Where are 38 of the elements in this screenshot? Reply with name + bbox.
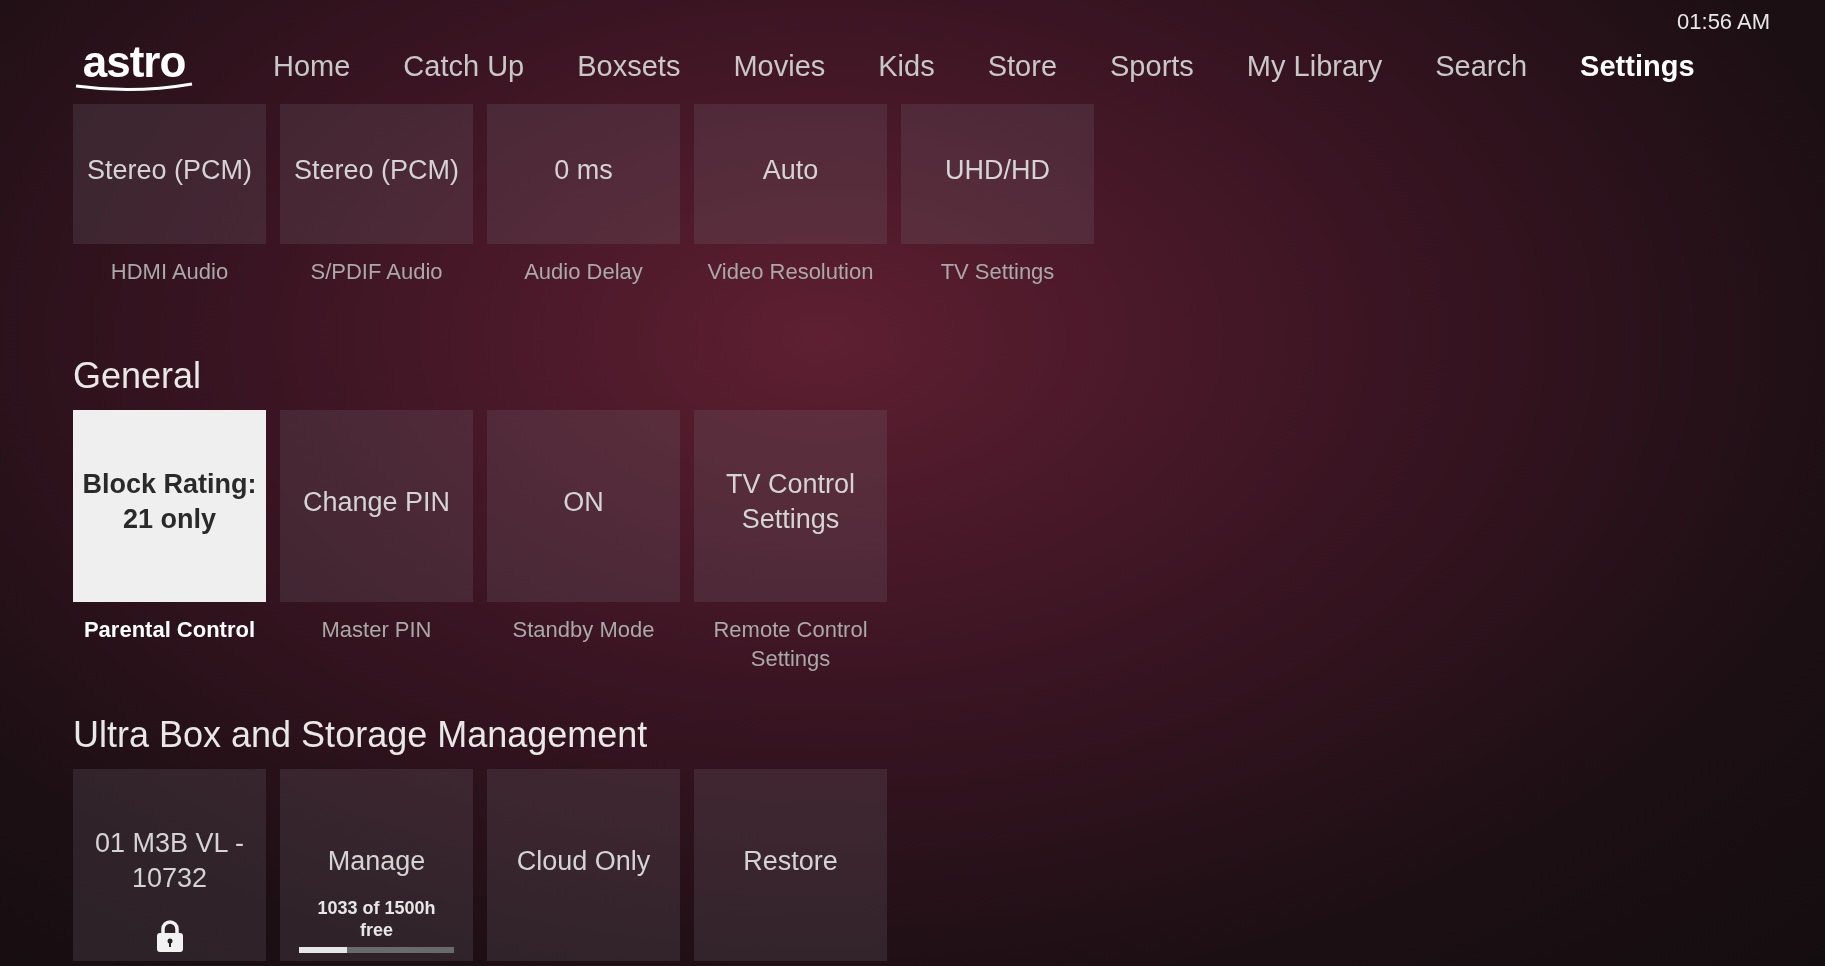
settings-tile[interactable]: ON xyxy=(487,410,680,602)
section-heading: General xyxy=(73,356,203,396)
settings-tile[interactable]: UHD/HD xyxy=(901,104,1094,244)
settings-tile[interactable]: Block Rating: 21 only xyxy=(73,410,266,602)
clock: 01:56 AM xyxy=(1677,8,1770,36)
settings-tile[interactable]: Change PIN xyxy=(280,410,473,602)
settings-tile[interactable]: Auto xyxy=(694,104,887,244)
settings-tile[interactable]: Manage 1033 of 1500h free xyxy=(280,769,473,961)
settings-tile[interactable]: Stereo (PCM) xyxy=(280,104,473,244)
tile-caption: Remote Control Settings xyxy=(712,616,869,673)
nav-tab[interactable]: Boxsets xyxy=(577,45,681,89)
nav-tab[interactable]: Search xyxy=(1435,45,1528,89)
nav-tab[interactable]: Sports xyxy=(1110,45,1194,89)
settings-tile[interactable]: TV Control Settings xyxy=(694,410,887,602)
settings-tile[interactable]: Restore xyxy=(694,769,887,961)
section-heading: Ultra Box and Storage Management xyxy=(73,715,649,755)
settings-tile[interactable]: Cloud Only xyxy=(487,769,680,961)
tile-caption: Parental Control xyxy=(83,616,256,644)
tile-caption: Video Resolution xyxy=(707,258,874,286)
nav-tab[interactable]: Kids xyxy=(878,45,935,89)
tile-caption: HDMI Audio xyxy=(110,258,229,286)
tile-caption: Standby Mode xyxy=(512,616,655,644)
nav-tab[interactable]: Catch Up xyxy=(403,45,525,89)
logo: astro xyxy=(73,42,195,92)
padlock-icon xyxy=(154,919,185,953)
tile-caption: Master PIN xyxy=(321,616,432,644)
tile-caption: Audio Delay xyxy=(524,258,643,286)
nav-tab[interactable]: Home xyxy=(273,45,351,89)
tile-caption: S/PDIF Audio xyxy=(310,258,443,286)
tile-caption: TV Settings xyxy=(940,258,1055,286)
nav-tab[interactable]: Movies xyxy=(733,45,826,89)
storage-free-text: 1033 of 1500h free xyxy=(316,897,437,941)
settings-tile[interactable]: 0 ms xyxy=(487,104,680,244)
settings-tile[interactable]: 01 M3B VL - 10732 xyxy=(73,769,266,961)
settings-tile[interactable]: Stereo (PCM) xyxy=(73,104,266,244)
nav-tab[interactable]: Store xyxy=(987,45,1058,89)
nav-tab[interactable]: My Library xyxy=(1246,45,1383,89)
nav-tab[interactable]: Settings xyxy=(1580,45,1695,89)
